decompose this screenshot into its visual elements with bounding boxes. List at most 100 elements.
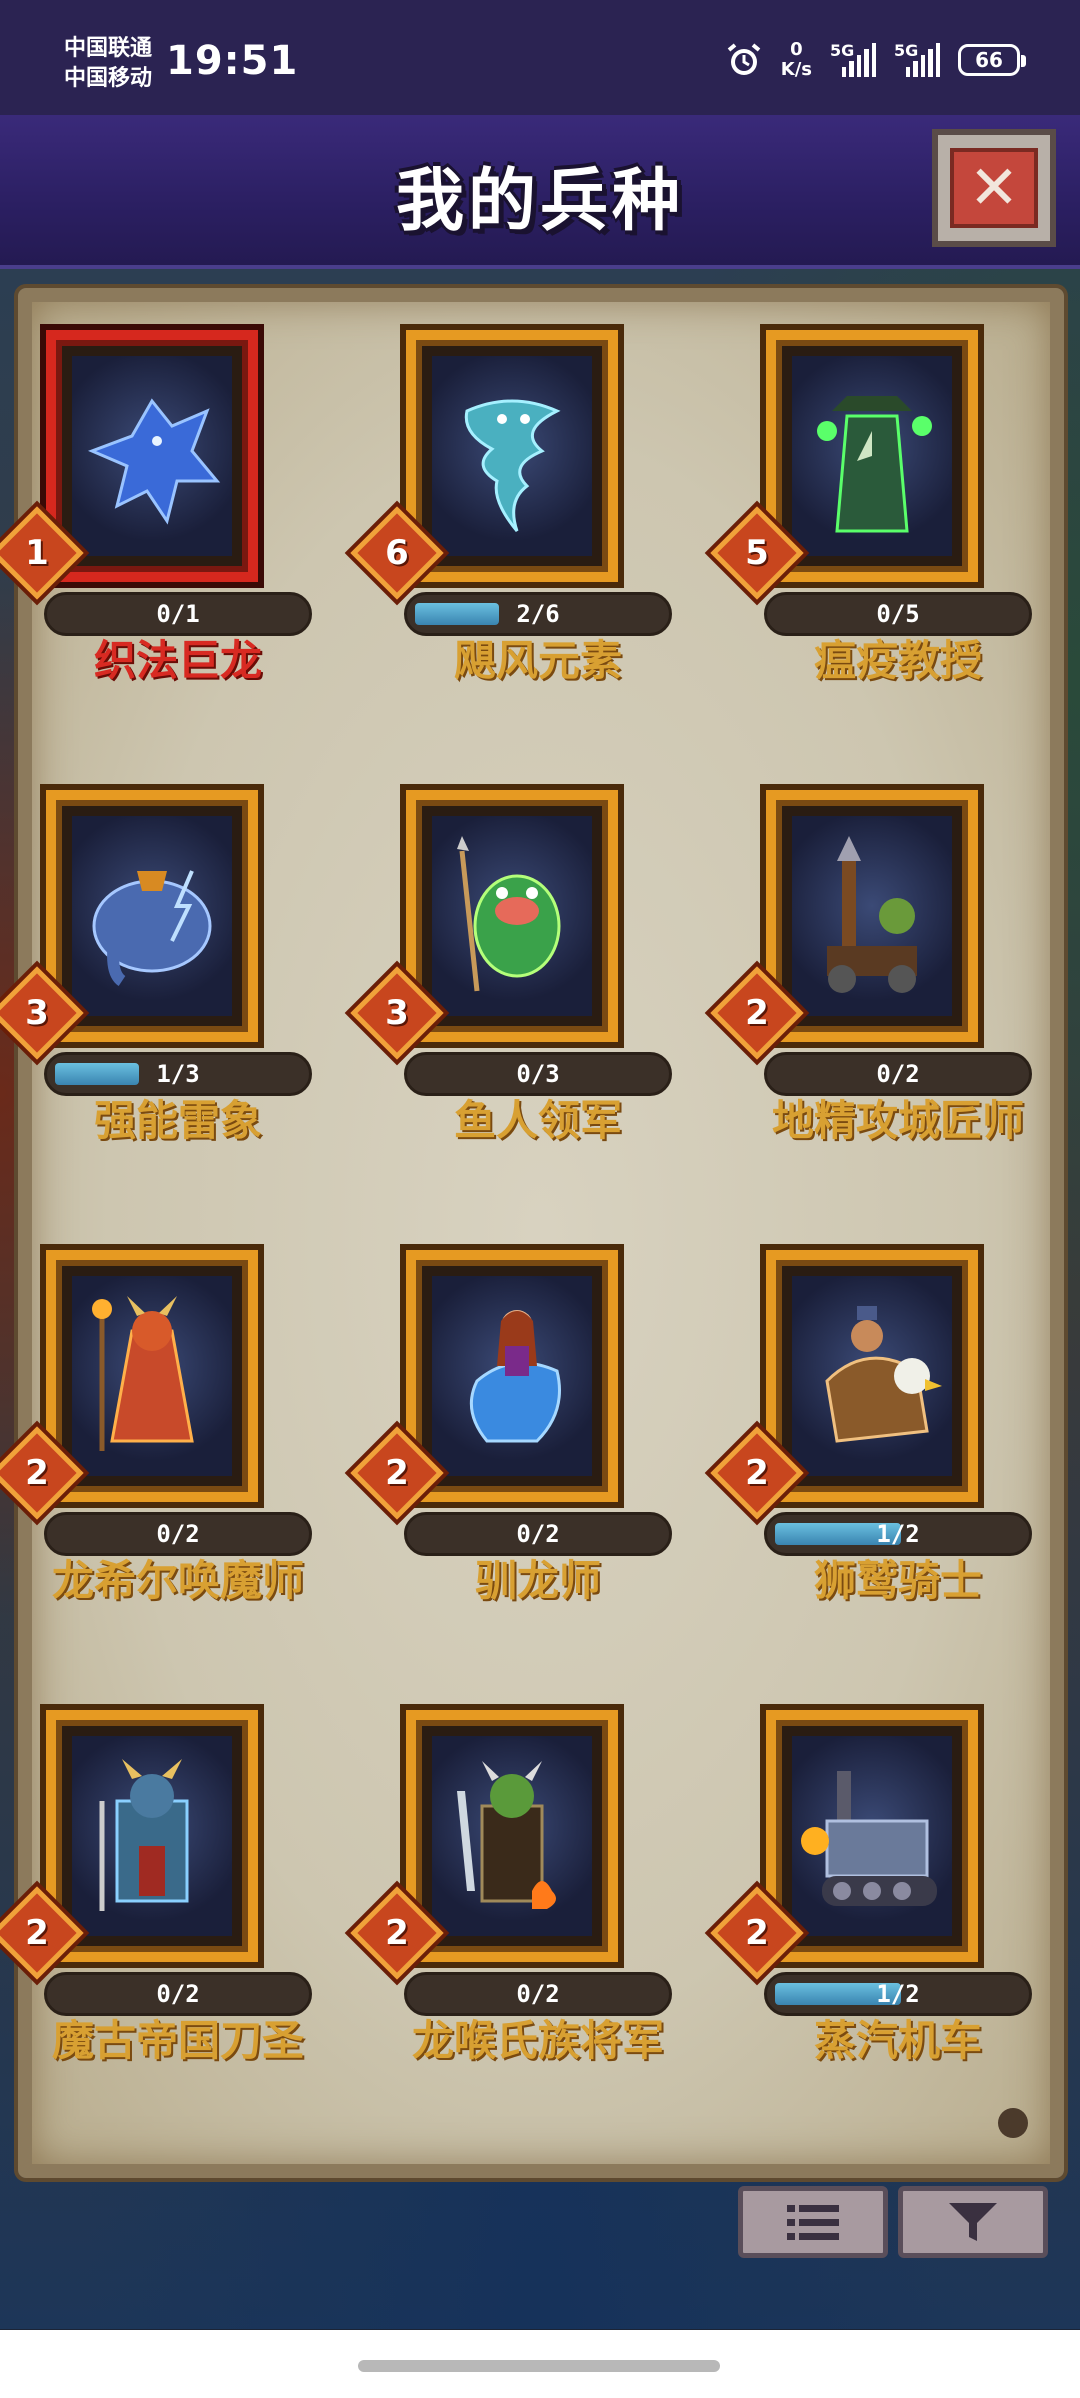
progress-text: 0/2 — [876, 1060, 920, 1088]
unit-portrait[interactable] — [46, 330, 258, 582]
progress-text: 1/3 — [156, 1060, 200, 1088]
level-value: 5 — [745, 533, 769, 573]
unit-card[interactable]: 2 0/2 魔古帝国刀圣 — [0, 1710, 312, 2130]
progress-text: 1/2 — [876, 1520, 920, 1548]
carrier-info: 中国联通 中国移动 — [64, 34, 152, 94]
dragon-icon — [72, 356, 232, 556]
carrier-2: 中国移动 — [64, 66, 153, 91]
close-button[interactable]: ✕ — [932, 129, 1056, 247]
unit-name: 织法巨龙 — [93, 636, 262, 685]
progress-bar: 0/1 — [44, 592, 312, 636]
mogu-blademaster-icon — [72, 1736, 232, 1936]
filter-button[interactable] — [898, 2186, 1048, 2258]
murloc-icon — [432, 816, 592, 1016]
level-value: 2 — [745, 993, 769, 1033]
progress-bar: 1/2 — [764, 1972, 1032, 2016]
unit-card[interactable]: 2 0/2 龙希尔唤魔师 — [0, 1250, 312, 1670]
tornado-elemental-icon — [432, 356, 592, 556]
progress-bar: 0/2 — [404, 1512, 672, 1556]
plague-doctor-icon — [792, 356, 952, 556]
progress-text: 0/2 — [516, 1980, 560, 2008]
progress-text: 0/2 — [516, 1520, 560, 1548]
close-icon: ✕ — [950, 148, 1038, 228]
progress-text: 2/6 — [516, 600, 560, 628]
level-value: 2 — [25, 1913, 49, 1953]
home-indicator[interactable] — [358, 2360, 720, 2372]
unit-card[interactable]: 6 2/6 飓风元素 — [350, 330, 672, 750]
unit-name: 驯龙师 — [474, 1556, 601, 1605]
progress-bar: 0/5 — [764, 592, 1032, 636]
unit-card[interactable]: 2 0/2 驯龙师 — [350, 1250, 672, 1670]
unit-portrait[interactable] — [406, 1250, 618, 1502]
unit-name: 魔古帝国刀圣 — [51, 2016, 304, 2065]
unit-portrait[interactable] — [406, 790, 618, 1042]
unit-portrait[interactable] — [46, 1710, 258, 1962]
page-title: 我的兵种 — [395, 162, 684, 241]
unit-portrait[interactable] — [406, 1710, 618, 1962]
unit-name: 蒸汽机车 — [813, 2016, 982, 2065]
progress-text: 1/2 — [876, 1980, 920, 2008]
level-value: 2 — [745, 1913, 769, 1953]
unit-portrait[interactable] — [406, 330, 618, 582]
clock: 19:51 — [166, 38, 299, 84]
dragon-tamer-icon — [432, 1276, 592, 1476]
unit-card[interactable]: 3 0/3 鱼人领军 — [350, 790, 672, 1210]
unit-card[interactable]: 1 0/1 织法巨龙 — [0, 330, 312, 750]
list-icon — [787, 2205, 839, 2240]
progress-bar: 1/3 — [44, 1052, 312, 1096]
battery-icon: 66 — [958, 44, 1026, 76]
status-bar: 中国联通 中国移动 19:51 0 K/s 5G 5G 66 — [0, 0, 1080, 115]
orc-general-icon — [432, 1736, 592, 1936]
unit-name: 瘟疫教授 — [813, 636, 982, 685]
dragonspawn-summoner-icon — [72, 1276, 232, 1476]
progress-text: 0/5 — [876, 600, 920, 628]
level-value: 2 — [745, 1453, 769, 1493]
progress-text: 0/1 — [156, 600, 200, 628]
progress-bar: 0/2 — [764, 1052, 1032, 1096]
unit-portrait[interactable] — [766, 1250, 978, 1502]
progress-text: 0/2 — [156, 1980, 200, 2008]
progress-text: 0/2 — [156, 1520, 200, 1548]
status-icons: 0 K/s 5G 5G 66 — [725, 39, 1026, 80]
progress-bar: 0/2 — [44, 1972, 312, 2016]
level-value: 2 — [385, 1913, 409, 1953]
level-value: 6 — [385, 533, 409, 573]
signal-1-icon: 5G — [830, 41, 877, 77]
unit-name: 龙喉氏族将军 — [411, 2016, 664, 2065]
unit-card[interactable]: 5 0/5 瘟疫教授 — [710, 330, 1032, 750]
unit-card[interactable]: 2 1/2 狮鹫骑士 — [710, 1250, 1032, 1670]
thunder-elephant-icon — [72, 816, 232, 1016]
unit-portrait[interactable] — [766, 790, 978, 1042]
unit-card[interactable]: 2 0/2 龙喉氏族将军 — [350, 1710, 672, 2130]
unit-name: 龙希尔唤魔师 — [51, 1556, 304, 1605]
gryphon-rider-icon — [792, 1276, 952, 1476]
alarm-icon — [727, 43, 761, 75]
unit-card[interactable]: 3 1/3 强能雷象 — [0, 790, 312, 1210]
progress-bar: 2/6 — [404, 592, 672, 636]
progress-bar: 0/2 — [404, 1972, 672, 2016]
goblin-siege-icon — [792, 816, 952, 1016]
level-value: 2 — [25, 1453, 49, 1493]
unit-card[interactable]: 2 1/2 蒸汽机车 — [710, 1710, 1032, 2130]
unit-card[interactable]: 2 0/2 地精攻城匠师 — [710, 790, 1032, 1210]
unit-portrait[interactable] — [46, 1250, 258, 1502]
progress-bar: 0/2 — [44, 1512, 312, 1556]
carrier-1: 中国联通 — [64, 36, 153, 61]
progress-bar: 1/2 — [764, 1512, 1032, 1556]
level-value: 2 — [385, 1453, 409, 1493]
steam-tank-icon — [792, 1736, 952, 1936]
net-speed: 0 K/s — [780, 39, 812, 80]
page-header: 我的兵种 ✕ — [0, 115, 1080, 269]
unit-name: 鱼人领军 — [453, 1096, 622, 1145]
unit-portrait[interactable] — [766, 1710, 978, 1962]
level-value: 3 — [25, 993, 49, 1033]
level-value: 1 — [25, 533, 49, 573]
battery-level: 66 — [975, 48, 1003, 72]
progress-text: 0/3 — [516, 1060, 560, 1088]
unit-name: 飓风元素 — [453, 636, 622, 685]
unit-portrait[interactable] — [46, 790, 258, 1042]
list-view-button[interactable] — [738, 2186, 888, 2258]
unit-portrait[interactable] — [766, 330, 978, 582]
filter-icon — [949, 2203, 997, 2241]
signal-2-icon: 5G — [894, 41, 941, 77]
